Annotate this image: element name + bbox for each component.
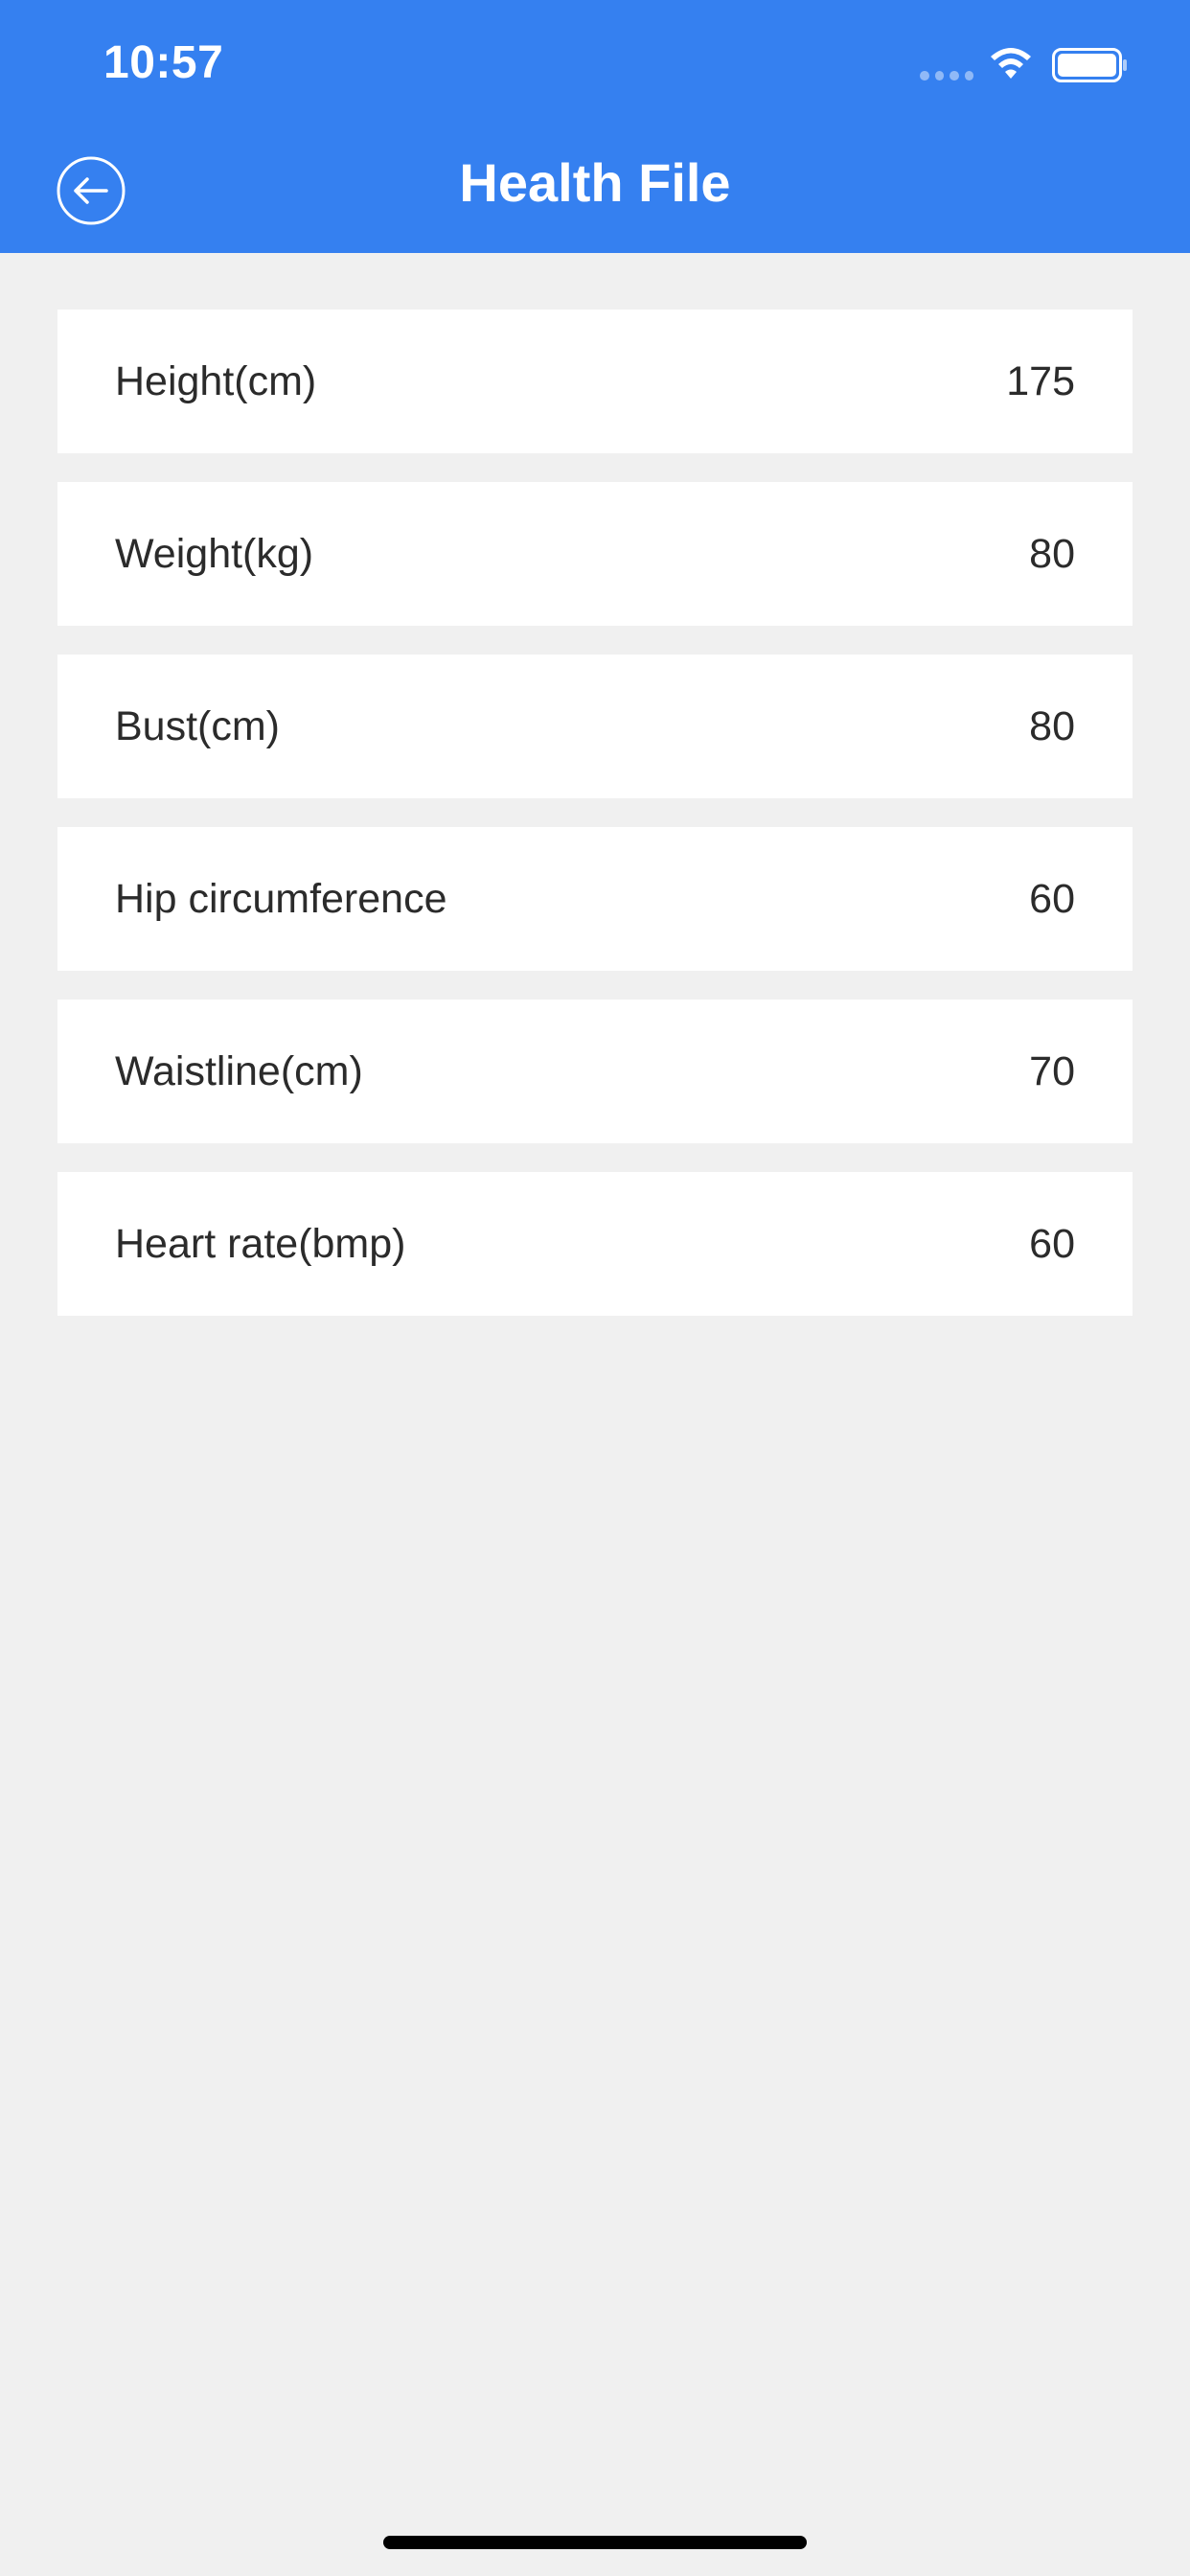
battery-icon (1052, 48, 1127, 82)
row-value: 60 (1029, 1220, 1075, 1267)
status-time: 10:57 (103, 37, 224, 88)
row-label: Waistline(cm) (115, 1047, 363, 1094)
wifi-icon (991, 48, 1031, 79)
app-header: 10:57 Health File (0, 0, 1190, 253)
health-list: Height(cm) 175 Weight(kg) 80 Bust(cm) 80… (57, 310, 1133, 1345)
row-value: 60 (1029, 875, 1075, 922)
row-label: Hip circumference (115, 875, 447, 922)
home-indicator (383, 2536, 807, 2549)
row-label: Height(cm) (115, 357, 317, 404)
row-value: 80 (1029, 530, 1075, 577)
list-item-waistline[interactable]: Waistline(cm) 70 (57, 1000, 1133, 1143)
list-item-bust[interactable]: Bust(cm) 80 (57, 655, 1133, 798)
row-label: Heart rate(bmp) (115, 1220, 406, 1267)
signal-icon (920, 71, 973, 80)
row-value: 70 (1029, 1047, 1075, 1094)
list-item-heart-rate[interactable]: Heart rate(bmp) 60 (57, 1172, 1133, 1316)
list-item-hip[interactable]: Hip circumference 60 (57, 827, 1133, 971)
row-label: Bust(cm) (115, 702, 280, 749)
row-label: Weight(kg) (115, 530, 314, 577)
list-item-height[interactable]: Height(cm) 175 (57, 310, 1133, 453)
row-value: 175 (1006, 357, 1075, 404)
list-item-weight[interactable]: Weight(kg) 80 (57, 482, 1133, 626)
row-value: 80 (1029, 702, 1075, 749)
page-title: Health File (459, 152, 731, 213)
